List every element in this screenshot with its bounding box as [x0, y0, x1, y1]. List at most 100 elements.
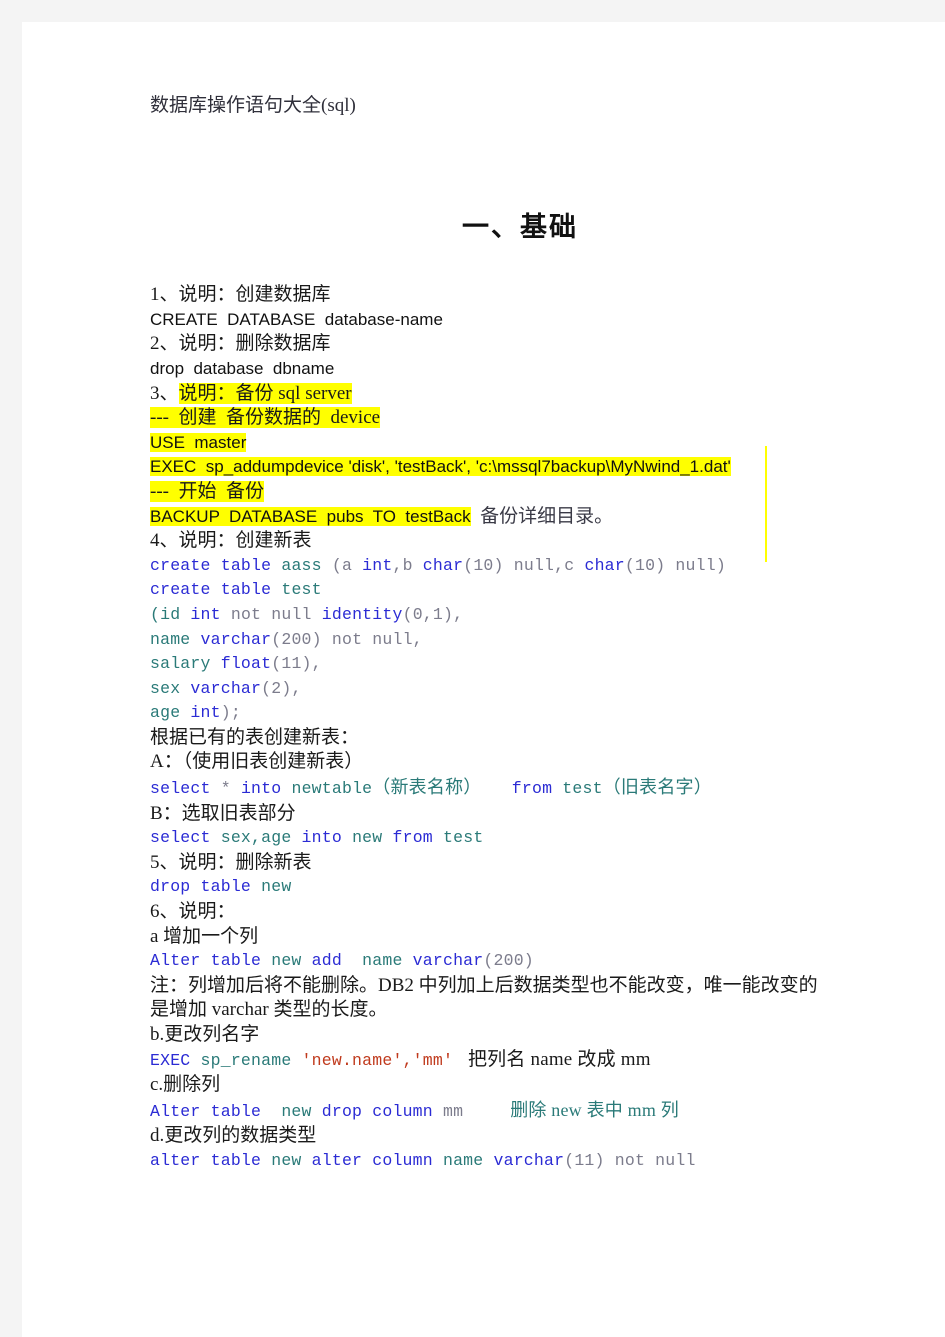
id: new — [261, 951, 312, 971]
item-3-comment-2-text: --- 开始 备份 — [150, 480, 264, 502]
item-3-comment-2: --- 开始 备份 — [150, 480, 890, 505]
item-4-note-b: B：选取旧表部分 — [150, 802, 296, 824]
id: age — [150, 703, 191, 723]
tok: null — [675, 555, 716, 575]
kw: select — [150, 828, 211, 848]
document-title: 数据库操作语句大全(sql) — [150, 95, 356, 116]
tok: not null — [220, 604, 322, 624]
tok: not null, — [331, 629, 423, 649]
item-3-code-addumpdevice-text: EXEC sp_addumpdevice 'disk', 'testBack',… — [150, 457, 731, 477]
kw: varchar — [412, 951, 484, 971]
item-3-label: 说明：备份 sql server — [178, 382, 352, 404]
kw: drop table — [150, 877, 252, 897]
item-6-label: 6、说明： — [150, 901, 236, 923]
item-4-note-1: 根据已有的表创建新表： — [150, 726, 360, 748]
tok: (a — [331, 555, 363, 575]
kw: alter table — [150, 1150, 262, 1170]
item-4-select-sex-age: select sex,age into new from test — [150, 826, 890, 851]
item-4-label: 4、说明：创建新表 — [150, 530, 312, 552]
item-3-code-backup-text: BACKUP DATABASE pubs TO testBack — [150, 506, 471, 526]
tok: null — [513, 555, 555, 575]
id: salary — [150, 654, 221, 674]
item-3-code-use-master-text: USE master — [150, 432, 247, 452]
id: new — [261, 1150, 312, 1170]
kw: create table — [150, 555, 272, 575]
kw: alter column — [311, 1150, 433, 1170]
tok-cn: （旧表名字） — [602, 777, 712, 798]
tok: ); — [220, 703, 241, 723]
item-6c-label: c.删除列 — [150, 1074, 221, 1096]
item-6b-sp-rename: EXEC sp_rename 'new.name','mm' 把列名 name … — [150, 1048, 890, 1074]
tok: not null — [614, 1150, 696, 1170]
item-6a-label: a 增加一个列 — [150, 925, 259, 947]
kw: varchar — [493, 1150, 565, 1170]
heading-spacer — [150, 239, 890, 283]
item-3-backup-note: 备份详细目录。 — [480, 505, 614, 527]
kw: from — [392, 828, 433, 848]
item-6b-label: b.更改列名字 — [150, 1024, 260, 1045]
kw: varchar — [200, 629, 272, 649]
tok: (200) — [483, 951, 534, 971]
tok: ,b — [392, 555, 423, 575]
item-4-col-age: age int); — [150, 701, 890, 726]
item-1-code: CREATE DATABASE database-name — [150, 309, 443, 329]
document-page: 数据库操作语句大全(sql) 一、基础 1、说明：创建数据库 CREATE DA… — [22, 22, 945, 1337]
id: new — [251, 877, 292, 897]
item-2-code: drop database dbname — [150, 358, 335, 378]
item-3-code-use-master: USE master — [150, 431, 890, 456]
kw: int — [190, 604, 221, 624]
kw: Alter table — [150, 1101, 262, 1121]
tok: (0,1), — [402, 604, 464, 624]
tok: mm — [432, 1101, 464, 1121]
item-4-create-test: create table test — [150, 578, 890, 603]
item-1-label: 1、说明：创建数据库 — [150, 284, 331, 306]
section-heading: 一、基础 — [462, 211, 578, 242]
kw: drop column — [321, 1101, 433, 1121]
item-5-label: 5、说明：删除新表 — [150, 851, 312, 873]
document-content: 数据库操作语句大全(sql) 一、基础 1、说明：创建数据库 CREATE DA… — [150, 94, 890, 1174]
kw: into — [301, 828, 342, 848]
id: sex,age — [210, 828, 302, 848]
id: sp_rename — [190, 1050, 302, 1070]
kw: into — [240, 779, 282, 799]
item-3-comment-1-text: --- 创建 备份数据的 device — [150, 407, 381, 429]
item-4-col-name: name varchar(200) not null, — [150, 628, 890, 653]
item-6c-drop-column: Alter table new drop column mm 删除 new 表中… — [150, 1098, 890, 1125]
item-4-create-aass: create table aass (a int,b char(10) null… — [150, 554, 890, 579]
id: test — [552, 779, 603, 799]
tok: ,c — [554, 555, 585, 575]
kw: float — [220, 654, 272, 674]
id: new — [341, 828, 393, 848]
item-6-note-1: 注：列增加后将不能删除。DB2 中列加上后数据类型也不能改变，唯一能改变的 — [150, 974, 818, 996]
item-3-code-addumpdevice: EXEC sp_addumpdevice 'disk', 'testBack',… — [150, 455, 890, 480]
item-4-col-sex: sex varchar(2), — [150, 677, 890, 702]
item-3-code-backup: BACKUP DATABASE pubs TO testBack 备份详细目录。 — [150, 505, 890, 530]
kw: identity — [321, 604, 403, 624]
item-6d-label: d.更改列的数据类型 — [150, 1125, 317, 1147]
tok: (2), — [261, 678, 302, 698]
kw: varchar — [190, 678, 262, 698]
item-4-col-id: (id int not null identity(0,1), — [150, 603, 890, 628]
kw: int — [362, 555, 393, 575]
kw: select — [150, 779, 211, 799]
item-3-line: 3、说明：备份 sql server — [150, 382, 890, 407]
kw: char — [584, 555, 625, 575]
id: (id — [150, 604, 191, 624]
item-6-note-2: 是增加 varchar 类型的长度。 — [150, 999, 388, 1021]
id: test — [432, 828, 484, 848]
item-4-note-a: A：（使用旧表创建新表） — [150, 751, 364, 773]
id: newtable — [281, 779, 373, 799]
item-4-select-into: select * into newtable（新表名称） from test（旧… — [150, 775, 890, 802]
kw: char — [422, 555, 464, 575]
item-6d-alter-column: alter table new alter column name varcha… — [150, 1149, 890, 1174]
kw: create table — [150, 580, 272, 600]
kw: int — [190, 703, 221, 723]
tok: (11), — [271, 654, 322, 674]
item-5-drop-table: drop table new — [150, 875, 890, 900]
tok: (10) — [624, 555, 676, 575]
item-4-col-salary: salary float(11), — [150, 652, 890, 677]
tok: (200) — [271, 629, 332, 649]
tok-cn: （新表名称） — [372, 777, 482, 798]
item-3-comment-1: --- 创建 备份数据的 device — [150, 406, 890, 431]
tok: * — [210, 779, 241, 799]
